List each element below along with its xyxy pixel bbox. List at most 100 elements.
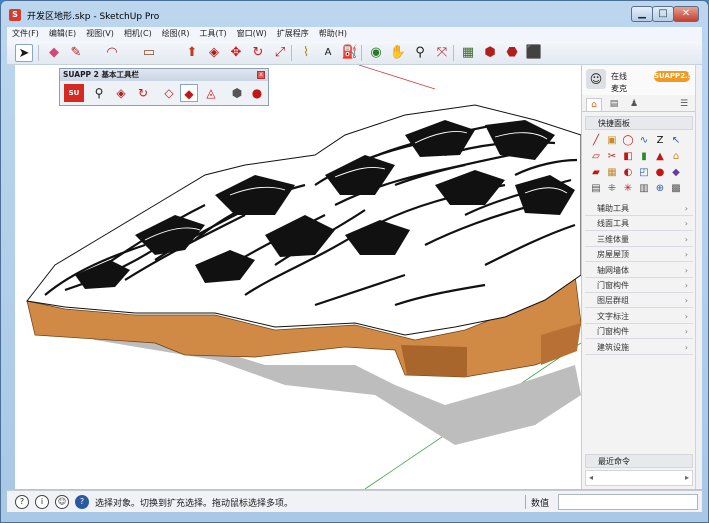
select-arrow-icon[interactable]: ➤ (15, 44, 33, 62)
pointer-icon[interactable]: ↖ (669, 134, 683, 148)
tab-home-icon[interactable]: ⌂ (586, 98, 602, 111)
component-icon[interactable]: ◆ (669, 166, 683, 180)
rectangle-icon[interactable]: ▭ (140, 44, 158, 62)
maximize-button[interactable]: □ (652, 6, 674, 22)
menu-window[interactable]: 窗口(W) (232, 27, 272, 41)
zoom-icon[interactable]: ⚲ (411, 44, 429, 62)
menu-file[interactable]: 文件(F) (7, 27, 44, 41)
menu-tools[interactable]: 工具(T) (195, 27, 232, 41)
tab-menu-icon[interactable]: ☰ (676, 98, 692, 111)
paint-tool-icon[interactable]: ◈ (112, 84, 130, 102)
pencil-line-icon[interactable]: ✎ (67, 44, 85, 62)
box-icon[interactable]: ▣ (605, 134, 619, 148)
avatar[interactable]: ☺ (586, 69, 606, 89)
sketchup-logo-icon[interactable]: S (9, 9, 21, 21)
push-pull-icon[interactable]: ⬆ (183, 44, 201, 62)
eraser-tool-icon[interactable]: ◆ (180, 84, 198, 102)
window-icon[interactable]: ▦ (605, 166, 619, 180)
section-text-annotation[interactable]: 文字标注 › (585, 310, 693, 324)
section-auxiliary-tools[interactable]: 辅助工具 › (585, 202, 693, 216)
sphere-icon[interactable]: ● (653, 166, 667, 180)
rotate-icon[interactable]: ↻ (249, 44, 267, 62)
cone-icon[interactable]: ▲ (653, 150, 667, 164)
door-icon[interactable]: ◐ (621, 166, 635, 180)
paint-bucket-icon[interactable]: ⛽ (341, 44, 359, 62)
recent-commands-header[interactable]: 最近命令 (585, 454, 693, 468)
menu-extensions[interactable]: 扩展程序 (272, 27, 314, 41)
tab-list-icon[interactable]: ▤ (606, 98, 622, 111)
geo-location-icon[interactable]: ? (15, 495, 29, 509)
section-door-window-components[interactable]: 门窗构件 › (585, 325, 693, 339)
extension-warehouse-icon[interactable]: ⬣ (503, 44, 521, 62)
quick-panel-header[interactable]: 快捷面板 (585, 116, 693, 130)
circle-icon[interactable]: ◯ (621, 134, 635, 148)
menu-draw[interactable]: 绘图(R) (157, 27, 195, 41)
mirror-icon[interactable]: ✳ (621, 182, 635, 196)
section-line-face-tools[interactable]: 线面工具 › (585, 217, 693, 231)
move-icon[interactable]: ✥ (227, 44, 245, 62)
menu-view[interactable]: 视图(V) (81, 27, 119, 41)
tray-scrollbar[interactable] (695, 65, 702, 489)
group-tool-icon[interactable]: ⬢ (228, 84, 246, 102)
pan-icon[interactable]: ✋ (389, 44, 407, 62)
arc-icon[interactable]: ◠ (103, 44, 121, 62)
suapp-close-button[interactable]: x (257, 71, 265, 79)
menu-camera[interactable]: 相机(C) (119, 27, 157, 41)
zigzag-icon[interactable]: Z (653, 134, 667, 148)
section-3d-massing[interactable]: 三维体量 › (585, 233, 693, 247)
warehouse-icon[interactable]: ⬢ (481, 44, 499, 62)
help-icon[interactable]: ? (75, 495, 89, 509)
line-icon[interactable]: ╱ (589, 134, 603, 148)
section-building-facilities[interactable]: 建筑设施 › (585, 341, 693, 355)
roof-icon[interactable]: ⌂ (669, 150, 683, 164)
model-info-icon[interactable]: ▦ (459, 44, 477, 62)
stair-icon[interactable]: ◰ (637, 166, 651, 180)
section-door-window[interactable]: 门窗构件 › (585, 279, 693, 293)
wall-icon[interactable]: ▰ (589, 166, 603, 180)
search-tool-icon[interactable]: ⚲ (90, 84, 108, 102)
tab-user-icon[interactable]: ♟ (626, 98, 642, 111)
rotate-tool-icon[interactable]: ↻ (134, 84, 152, 102)
zoom-extents-icon[interactable]: ⤧ (433, 44, 451, 62)
text-icon[interactable]: A (319, 44, 337, 62)
credits-icon[interactable]: i (35, 495, 49, 509)
plane-icon[interactable]: ▱ (589, 150, 603, 164)
dimension-icon[interactable]: ⊕ (653, 182, 667, 196)
hatch-icon[interactable]: ▥ (637, 182, 651, 196)
curve-icon[interactable]: ∿ (637, 134, 651, 148)
user-account-icon[interactable]: ☺ (55, 495, 69, 509)
scroll-left-icon[interactable]: ◂ (589, 473, 593, 482)
array-icon[interactable]: ⁜ (605, 182, 619, 196)
recent-commands-scroller[interactable]: ◂ ▸ (585, 470, 693, 486)
tape-measure-icon[interactable]: ⌇ (297, 44, 315, 62)
section-house-roof[interactable]: 房屋屋顶 › (585, 248, 693, 262)
menu-edit[interactable]: 编辑(E) (44, 27, 81, 41)
send-to-layout-icon[interactable]: ⬛ (525, 44, 543, 62)
scroll-right-icon[interactable]: ▸ (685, 473, 689, 482)
label-icon[interactable]: ▩ (669, 182, 683, 196)
orbit-icon[interactable]: ◉ (367, 44, 385, 62)
scale-icon[interactable]: ⤢ (271, 44, 289, 62)
material-tool-icon[interactable]: ● (248, 84, 266, 102)
title-bar[interactable]: S 开发区地形.skp - SketchUp Pro ▁ □ ✕ (1, 1, 708, 27)
measurements-input[interactable] (558, 494, 698, 510)
cylinder-icon[interactable]: ▮ (637, 150, 651, 164)
suapp-toolbar[interactable]: SUAPP 2 基本工具栏 x SU ⚲ ◈ ↻ ◇ ◆ ◬ ⬢ ● (59, 68, 269, 106)
section-grid-walls[interactable]: 轴网墙体 › (585, 264, 693, 278)
minimize-button[interactable]: ▁ (631, 6, 653, 22)
user-status: 在线 (611, 72, 627, 81)
offset-tool-icon[interactable]: ◇ (160, 84, 178, 102)
close-button[interactable]: ✕ (673, 6, 699, 22)
tube-icon[interactable]: ◧ (621, 150, 635, 164)
line-tool-icon[interactable]: ◬ (202, 84, 220, 102)
version-badge[interactable]: SUAPP2.5 (654, 71, 693, 82)
section-layers-groups[interactable]: 图层群组 › (585, 294, 693, 308)
suapp-logo-icon[interactable]: SU (64, 84, 84, 102)
eraser-icon[interactable]: ◆ (45, 44, 63, 62)
suapp-toolbar-title[interactable]: SUAPP 2 基本工具栏 (60, 69, 268, 81)
cut-icon[interactable]: ✂ (605, 150, 619, 164)
offset-icon[interactable]: ◈ (205, 44, 223, 62)
model-viewport[interactable] (15, 65, 581, 489)
menu-help[interactable]: 帮助(H) (314, 27, 352, 41)
layer-icon[interactable]: ▤ (589, 182, 603, 196)
